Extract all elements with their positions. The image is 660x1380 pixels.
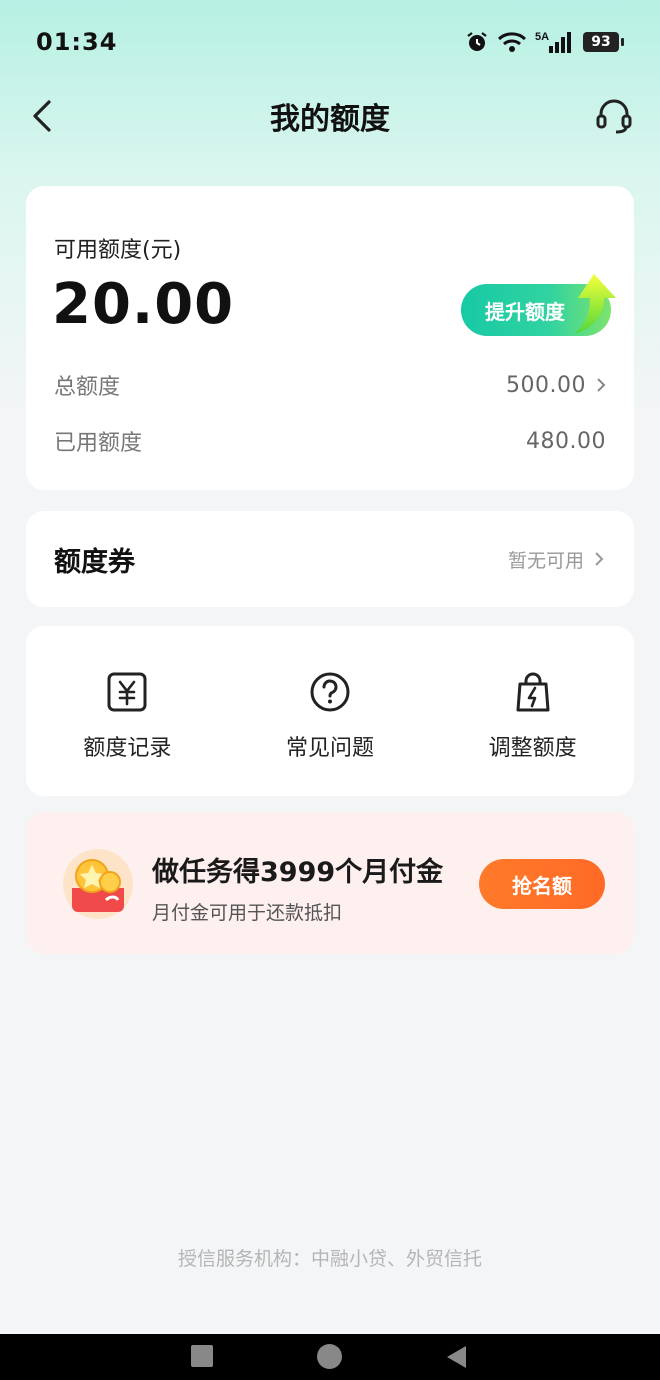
total-quota-row[interactable]: 总额度 500.00 <box>54 368 606 402</box>
nav-bar: 我的额度 <box>0 84 660 148</box>
coupon-title: 额度券 <box>54 546 135 578</box>
bolt-bag-icon <box>511 670 555 714</box>
raise-quota-label: 提升额度 <box>485 299 565 324</box>
recent-apps-button[interactable] <box>191 1345 213 1367</box>
question-circle-icon <box>308 670 352 714</box>
system-back-button[interactable] <box>444 1344 468 1370</box>
promo-title: 做任务得3999个月付金 <box>152 857 444 888</box>
action-adjust-quota[interactable]: 调整额度 <box>431 626 634 796</box>
home-button[interactable] <box>317 1344 342 1369</box>
battery-indicator: 93 <box>583 32 624 52</box>
network-type-label: 5A <box>535 31 549 43</box>
status-icons: 5A 93 <box>465 29 624 55</box>
system-navigation-bar <box>0 1334 660 1380</box>
action-label: 额度记录 <box>83 736 172 761</box>
quota-card: 可用额度(元) 20.00 提升额度 总额度 500.00 已用额度 480.0… <box>26 186 634 490</box>
promo-banner[interactable]: 做任务得3999个月付金 月付金可用于还款抵扣 抢名额 <box>26 812 634 954</box>
customer-service-button[interactable] <box>592 94 636 138</box>
promo-subtitle: 月付金可用于还款抵扣 <box>152 902 343 924</box>
used-quota-row: 已用额度 480.00 <box>54 424 606 458</box>
action-label: 调整额度 <box>488 736 577 761</box>
used-quota-label: 已用额度 <box>54 431 143 456</box>
yuan-receipt-icon <box>105 670 149 714</box>
chevron-left-icon <box>33 100 51 132</box>
available-quota-label: 可用额度(元) <box>54 238 182 263</box>
arrow-up-icon <box>574 274 616 334</box>
page-title: 我的额度 <box>270 102 390 137</box>
battery-level: 93 <box>583 32 619 52</box>
signal-icon: 5A <box>535 29 575 55</box>
alarm-icon <box>465 30 489 54</box>
chevron-right-icon <box>595 552 604 566</box>
used-quota-value: 480.00 <box>526 428 606 454</box>
total-quota-label: 总额度 <box>54 375 121 400</box>
action-label: 常见问题 <box>286 736 375 761</box>
coin-wallet-icon <box>63 849 133 919</box>
headset-icon <box>596 99 632 134</box>
credit-institution-note: 授信服务机构：中融小贷、外贸信托 <box>177 1248 482 1270</box>
coupon-status: 暂无可用 <box>507 549 584 572</box>
grab-spot-button[interactable]: 抢名额 <box>479 859 605 909</box>
battery-tip <box>621 38 624 46</box>
status-time: 01:34 <box>36 28 118 56</box>
action-quota-records[interactable]: 额度记录 <box>26 626 229 796</box>
chevron-right-icon <box>597 378 606 392</box>
quota-coupon-row[interactable]: 额度券 暂无可用 <box>26 511 634 607</box>
status-bar: 01:34 5A 93 <box>0 0 660 84</box>
back-button[interactable] <box>22 96 62 136</box>
total-quota-value: 500.00 <box>506 372 586 398</box>
action-faq[interactable]: 常见问题 <box>229 626 432 796</box>
wifi-icon <box>497 30 527 54</box>
quick-actions-card: 额度记录 常见问题 调整额度 <box>26 626 634 796</box>
available-quota-amount: 20.00 <box>52 272 235 337</box>
